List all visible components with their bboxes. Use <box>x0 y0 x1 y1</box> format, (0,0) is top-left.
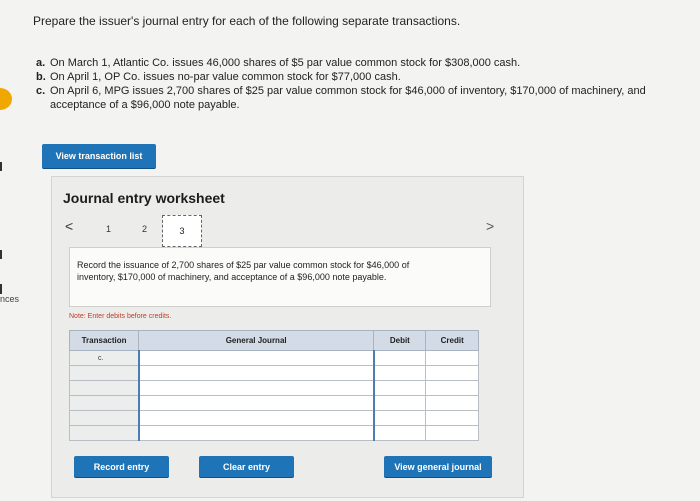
account-select[interactable] <box>137 380 375 396</box>
view-transaction-list-button[interactable]: View transaction list <box>42 144 156 168</box>
account-select[interactable] <box>137 425 375 441</box>
item-text: On March 1, Atlantic Co. issues 46,000 s… <box>50 57 521 69</box>
transaction-cell <box>68 410 140 426</box>
transaction-column-header: Transaction <box>68 330 140 351</box>
transaction-item-c: c. On April 6, MPG issues 2,700 shares o… <box>36 84 686 112</box>
general-journal-column-header: General Journal <box>138 330 375 351</box>
item-text: On April 6, MPG issues 2,700 shares of $… <box>50 85 646 111</box>
margin-tick <box>0 250 2 259</box>
view-general-journal-button[interactable]: View general journal <box>384 456 492 477</box>
page-tab-2[interactable]: 2 <box>142 224 147 234</box>
item-label: b. <box>36 71 46 83</box>
transaction-item-a: a. On March 1, Atlantic Co. issues 46,00… <box>36 56 686 70</box>
page-tab-1[interactable]: 1 <box>106 224 111 234</box>
debit-input[interactable] <box>373 410 427 426</box>
credit-input[interactable] <box>425 395 479 411</box>
debit-input[interactable] <box>373 365 427 381</box>
next-page-icon[interactable]: > <box>486 218 494 234</box>
worksheet-title: Journal entry worksheet <box>63 190 225 206</box>
margin-tick <box>0 284 2 294</box>
transaction-cell <box>68 425 140 441</box>
transaction-item-b: b. On April 1, OP Co. issues no-par valu… <box>36 70 686 84</box>
question-heading: Prepare the issuer's journal entry for e… <box>33 14 461 28</box>
account-select[interactable] <box>137 365 375 381</box>
transaction-cell <box>68 365 140 381</box>
journal-table: Transaction General Journal Debit Credit… <box>68 330 479 441</box>
table-row <box>68 380 479 396</box>
account-select[interactable] <box>137 395 375 411</box>
table-row: c. <box>68 350 479 366</box>
credit-column-header: Credit <box>425 330 479 351</box>
credit-input[interactable] <box>425 365 479 381</box>
clear-entry-button[interactable]: Clear entry <box>199 456 294 477</box>
item-label: a. <box>36 57 46 69</box>
entry-note: Note: Enter debits before credits. <box>69 313 172 320</box>
debit-input[interactable] <box>373 395 427 411</box>
credit-input[interactable] <box>425 425 479 441</box>
table-row <box>68 425 479 441</box>
transaction-cell <box>68 395 140 411</box>
transaction-cell <box>68 380 140 396</box>
table-row <box>68 395 479 411</box>
account-select[interactable] <box>137 410 375 426</box>
credit-input[interactable] <box>425 410 479 426</box>
item-text: On April 1, OP Co. issues no-par value c… <box>50 71 401 83</box>
margin-tick <box>0 162 2 171</box>
instruction-text: Record the issuance of 2,700 shares of $… <box>77 260 410 282</box>
progress-marker-dot <box>0 88 12 110</box>
margin-label: nces <box>0 294 20 304</box>
transaction-cell: c. <box>68 350 140 366</box>
table-row <box>68 410 479 426</box>
item-label: c. <box>36 85 46 97</box>
debit-input[interactable] <box>373 350 427 366</box>
credit-input[interactable] <box>425 350 479 366</box>
debit-input[interactable] <box>373 380 427 396</box>
table-row <box>68 365 479 381</box>
account-select[interactable] <box>137 350 375 366</box>
transaction-list: a. On March 1, Atlantic Co. issues 46,00… <box>36 56 686 112</box>
record-entry-button[interactable]: Record entry <box>74 456 169 477</box>
previous-page-icon[interactable]: < <box>65 218 73 234</box>
debit-column-header: Debit <box>373 330 427 351</box>
debit-input[interactable] <box>373 425 427 441</box>
credit-input[interactable] <box>425 380 479 396</box>
page-tab-3-active[interactable]: 3 <box>162 215 202 247</box>
